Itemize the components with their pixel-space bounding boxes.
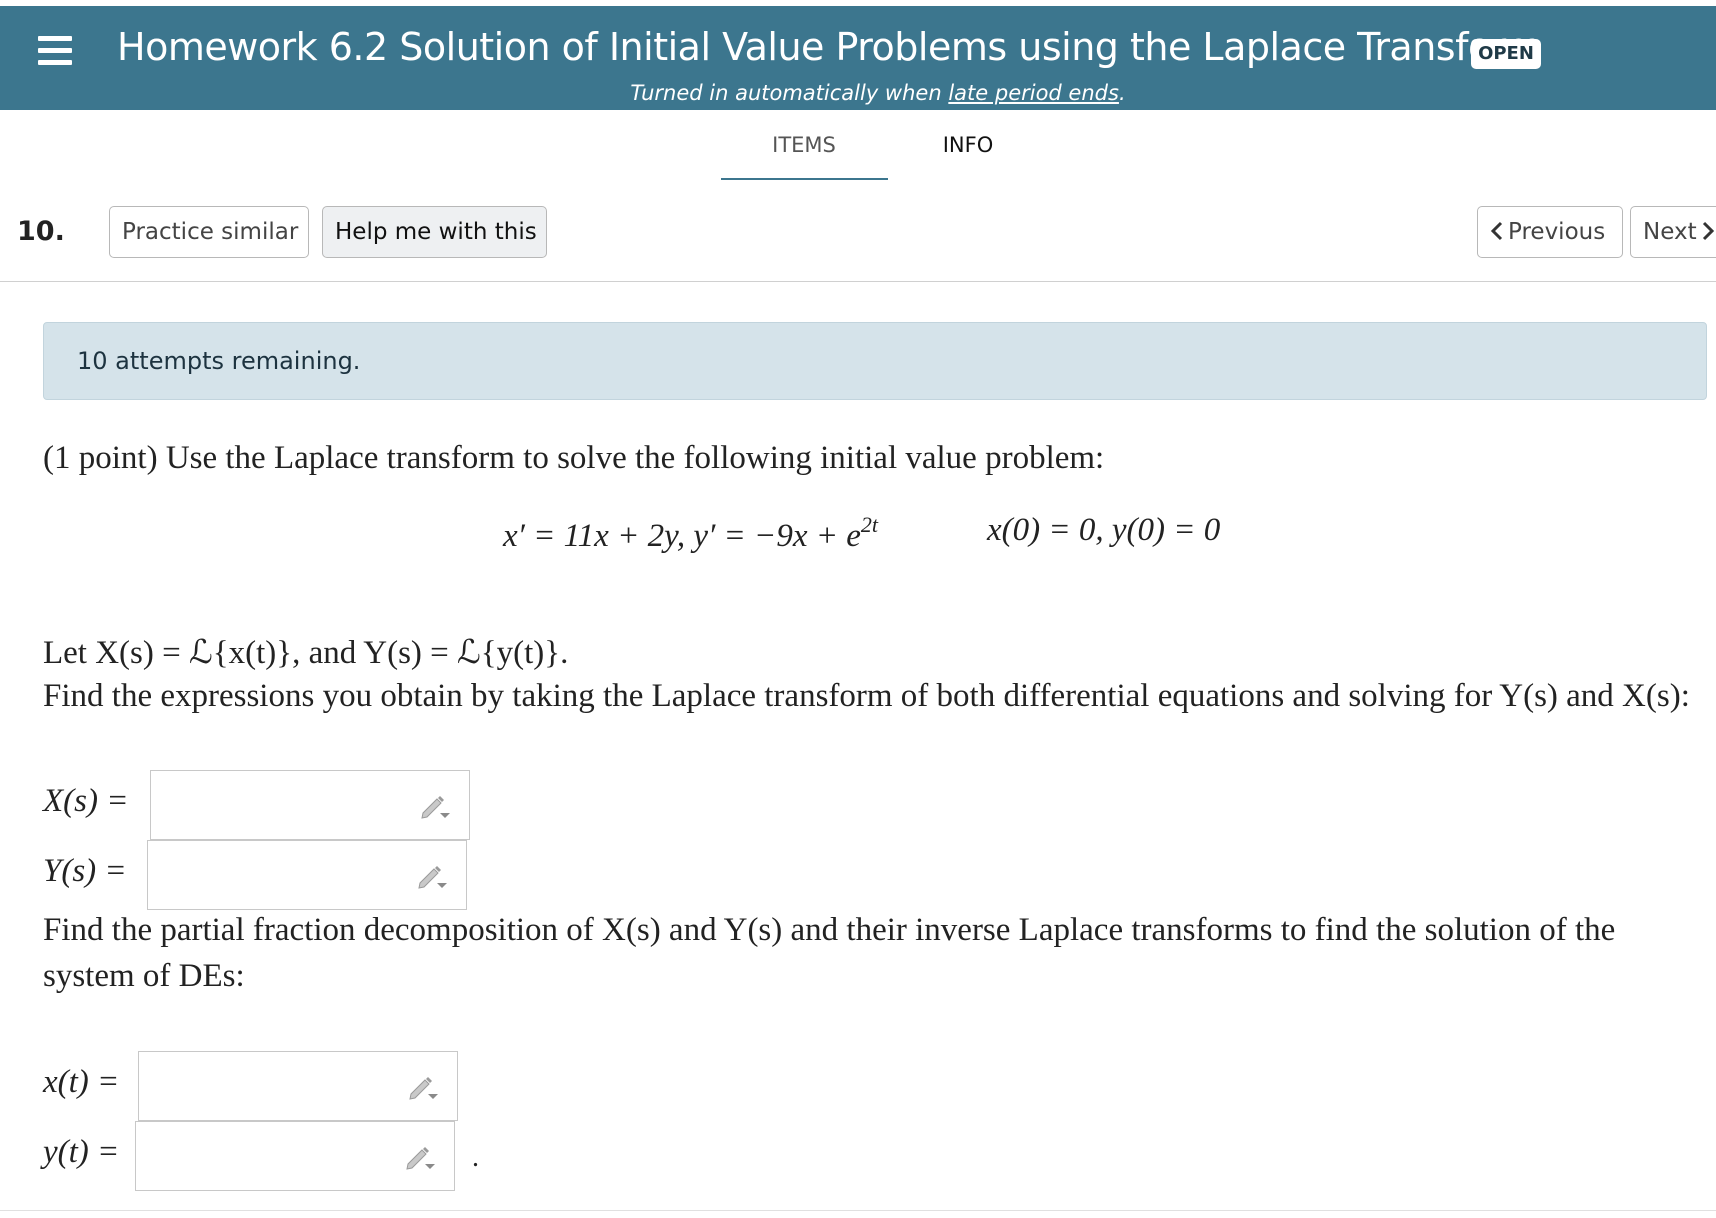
let-statement: Let X(s) = ℒ{x(t)}, and Y(s) = ℒ{y(t)}.	[43, 635, 569, 671]
bottom-divider	[0, 1210, 1716, 1211]
equation-exponent: 2t	[860, 512, 879, 537]
pencil-dropdown-icon[interactable]	[419, 793, 451, 821]
xt-answer-field[interactable]	[138, 1051, 458, 1121]
ys-label: Y(s) =	[43, 853, 127, 889]
pencil-dropdown-icon[interactable]	[416, 863, 448, 891]
help-me-button[interactable]: Help me with this	[322, 206, 547, 258]
status-badge: OPEN	[1471, 39, 1541, 69]
problem-intro: (1 point) Use the Laplace transform to s…	[43, 440, 1105, 476]
menu-icon[interactable]	[38, 36, 72, 66]
next-label: Next	[1643, 219, 1697, 245]
ys-answer-field[interactable]	[147, 840, 467, 910]
tab-info[interactable]: INFO	[918, 133, 1018, 157]
assignment-title: Homework 6.2 Solution of Initial Value P…	[117, 25, 1542, 69]
pencil-dropdown-icon[interactable]	[404, 1144, 436, 1172]
pencil-dropdown-icon[interactable]	[407, 1074, 439, 1102]
question-number: 10.	[17, 216, 65, 247]
trailing-period: .	[472, 1142, 479, 1173]
toolbar-divider	[0, 281, 1716, 282]
equation-text: x′ = 11x + 2y, y′ = −9x + e	[503, 518, 861, 554]
xt-label: x(t) =	[43, 1064, 120, 1100]
yt-answer-field[interactable]	[135, 1121, 455, 1191]
partial-fraction-statement-cont: system of DEs:	[43, 958, 245, 994]
xs-answer-field[interactable]	[150, 770, 470, 840]
yt-label: y(t) =	[43, 1134, 120, 1170]
xs-label: X(s) =	[43, 783, 129, 819]
subtitle-suffix: .	[1118, 81, 1126, 105]
partial-fraction-statement: Find the partial fraction decomposition …	[43, 912, 1616, 948]
attempts-text: 10 attempts remaining.	[77, 347, 361, 375]
subtitle-prefix: Turned in automatically when	[630, 81, 949, 105]
active-tab-indicator	[721, 178, 888, 180]
practice-similar-button[interactable]: Practice similar	[109, 206, 309, 258]
assignment-header: Homework 6.2 Solution of Initial Value P…	[0, 6, 1716, 110]
late-period-link[interactable]: late period ends	[948, 81, 1119, 105]
next-button[interactable]: Next	[1630, 206, 1716, 258]
attempts-alert: 10 attempts remaining.	[43, 322, 1707, 400]
previous-button[interactable]: Previous	[1477, 206, 1623, 258]
chevron-right-icon	[1702, 221, 1714, 241]
previous-label: Previous	[1508, 219, 1606, 245]
equation-system: x′ = 11x + 2y, y′ = −9x + e2t	[503, 512, 878, 555]
chevron-left-icon	[1490, 221, 1503, 241]
initial-conditions: x(0) = 0, y(0) = 0	[987, 512, 1221, 548]
subtitle: Turned in automatically when late period…	[0, 81, 1716, 105]
find-expressions-statement: Find the expressions you obtain by takin…	[43, 678, 1690, 714]
tab-items[interactable]: ITEMS	[720, 133, 888, 157]
